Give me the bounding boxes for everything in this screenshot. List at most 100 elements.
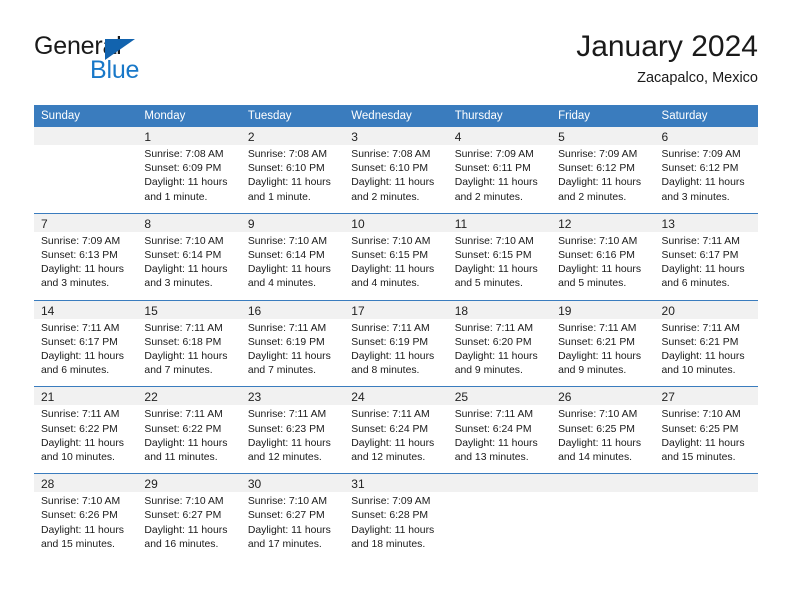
- calendar-day-cell[interactable]: 16 Sunrise: 7:11 AM Sunset: 6:19 PM Dayligh…: [240, 299, 345, 387]
- sunrise-text: Sunrise: 7:09 AM: [351, 496, 431, 508]
- sunset-text: Sunset: 6:13 PM: [41, 250, 118, 262]
- calendar-day-cell[interactable]: 1 Sunrise: 7:08 AM Sunset: 6:09 PM Daylight…: [137, 127, 241, 213]
- daylight-text-line2: and 4 minutes.: [247, 278, 317, 290]
- day-number: 27: [654, 387, 758, 406]
- daylight-text-line2: and 11 minutes.: [144, 452, 218, 464]
- calendar-day-cell[interactable]: 25 Sunrise: 7:11 AM Sunset: 6:24 PM Dayligh…: [447, 386, 552, 474]
- calendar-day-cell[interactable]: 28 Sunrise: 7:10 AM Sunset: 6:26 PM Dayligh…: [34, 473, 138, 561]
- day-number: 4: [447, 127, 552, 145]
- calendar-day-cell-empty: [447, 473, 552, 561]
- sunrise-text: Sunrise: 7:11 AM: [144, 322, 223, 334]
- sunrise-text: Sunrise: 7:11 AM: [454, 409, 534, 421]
- daylight-text-line1: Daylight: 11 hours: [351, 264, 435, 276]
- daylight-text-line1: Daylight: 11 hours: [247, 437, 331, 449]
- calendar-day-cell-empty: [551, 473, 655, 561]
- day-details: Sunrise: 7:11 AM Sunset: 6:17 PM Daylight:…: [655, 232, 758, 300]
- sunrise-text: Sunrise: 7:11 AM: [247, 409, 327, 421]
- daylight-text-line1: Daylight: 11 hours: [661, 437, 745, 449]
- sunset-text: Sunset: 6:22 PM: [144, 423, 222, 435]
- sunset-text: Sunset: 6:19 PM: [351, 336, 429, 348]
- daylight-text-line2: and 13 minutes.: [454, 452, 529, 464]
- daylight-text-line2: and 8 minutes.: [351, 365, 420, 377]
- sunrise-text: Sunrise: 7:10 AM: [247, 235, 327, 247]
- calendar-day-cell[interactable]: 4 Sunrise: 7:09 AM Sunset: 6:11 PM Daylight…: [447, 127, 552, 213]
- calendar-day-cell[interactable]: 23 Sunrise: 7:11 AM Sunset: 6:23 PM Dayligh…: [240, 386, 345, 474]
- calendar-day-cell[interactable]: 3 Sunrise: 7:08 AM Sunset: 6:10 PM Daylight…: [344, 127, 448, 213]
- calendar-day-cell[interactable]: 15 Sunrise: 7:11 AM Sunset: 6:18 PM Dayligh…: [137, 299, 241, 387]
- daylight-text-line1: Daylight: 11 hours: [351, 177, 435, 189]
- day-number: 1: [137, 127, 241, 145]
- sunrise-text: Sunrise: 7:11 AM: [41, 409, 120, 421]
- day-details: Sunrise: 7:11 AM Sunset: 6:17 PM Daylight:…: [34, 319, 137, 387]
- calendar-day-cell-empty: [654, 473, 758, 561]
- calendar-day-cell[interactable]: 17 Sunrise: 7:11 AM Sunset: 6:19 PM Dayligh…: [344, 299, 448, 387]
- calendar-day-cell[interactable]: 24 Sunrise: 7:11 AM Sunset: 6:24 PM Dayligh…: [344, 386, 448, 474]
- sunset-text: Sunset: 6:21 PM: [558, 336, 635, 348]
- daylight-text-line2: and 6 minutes.: [661, 278, 730, 290]
- calendar-day-cell[interactable]: 9 Sunrise: 7:10 AM Sunset: 6:14 PM Daylight…: [240, 212, 345, 301]
- day-number: 30: [240, 474, 345, 493]
- daylight-text-line1: Daylight: 11 hours: [351, 437, 435, 449]
- daylight-text-line1: Daylight: 11 hours: [247, 524, 331, 536]
- calendar-day-cell[interactable]: 8 Sunrise: 7:10 AM Sunset: 6:14 PM Daylight…: [137, 212, 241, 301]
- calendar-day-cell[interactable]: 19 Sunrise: 7:11 AM Sunset: 6:21 PM Dayligh…: [551, 299, 655, 387]
- calendar-day-cell[interactable]: 26 Sunrise: 7:10 AM Sunset: 6:25 PM Dayligh…: [551, 386, 655, 474]
- calendar-day-cell[interactable]: 11 Sunrise: 7:10 AM Sunset: 6:15 PM Dayligh…: [447, 212, 552, 301]
- sunrise-text: Sunrise: 7:10 AM: [144, 496, 224, 508]
- calendar-day-cell[interactable]: 20 Sunrise: 7:11 AM Sunset: 6:21 PM Dayligh…: [654, 299, 758, 387]
- calendar-day-cell[interactable]: 22 Sunrise: 7:11 AM Sunset: 6:22 PM Dayligh…: [137, 386, 241, 474]
- calendar-body: 1 Sunrise: 7:08 AM Sunset: 6:09 PM Daylight…: [34, 127, 758, 561]
- sunset-text: Sunset: 6:25 PM: [558, 423, 635, 435]
- general-blue-logo[interactable]: General Blue: [34, 34, 214, 90]
- calendar-day-cell[interactable]: 5 Sunrise: 7:09 AM Sunset: 6:12 PM Daylight…: [551, 127, 655, 213]
- sunrise-text: Sunrise: 7:08 AM: [247, 149, 327, 160]
- weekday-header-sunday: Sunday: [34, 105, 138, 127]
- day-number: 14: [34, 300, 138, 319]
- calendar-day-cell[interactable]: 6 Sunrise: 7:09 AM Sunset: 6:12 PM Daylight…: [654, 127, 758, 213]
- sunset-text: Sunset: 6:17 PM: [661, 250, 739, 262]
- calendar-day-cell[interactable]: 29 Sunrise: 7:10 AM Sunset: 6:27 PM Dayligh…: [137, 473, 241, 561]
- day-details: Sunrise: 7:09 AM Sunset: 6:12 PM Daylight:…: [655, 145, 758, 213]
- calendar-day-cell[interactable]: 2 Sunrise: 7:08 AM Sunset: 6:10 PM Daylight…: [240, 127, 345, 213]
- day-details: Sunrise: 7:11 AM Sunset: 6:24 PM Daylight:…: [344, 405, 447, 473]
- calendar-day-cell[interactable]: 10 Sunrise: 7:10 AM Sunset: 6:15 PM Dayligh…: [344, 212, 448, 301]
- daylight-text-line2: and 2 minutes.: [454, 191, 523, 203]
- day-details: Sunrise: 7:10 AM Sunset: 6:16 PM Daylight:…: [551, 232, 654, 300]
- calendar-week-row: 21 Sunrise: 7:11 AM Sunset: 6:22 PM Dayligh…: [34, 386, 758, 474]
- sunrise-text: Sunrise: 7:10 AM: [351, 235, 431, 247]
- calendar-day-cell[interactable]: 30 Sunrise: 7:10 AM Sunset: 6:27 PM Dayligh…: [240, 473, 345, 561]
- calendar-day-cell[interactable]: 21 Sunrise: 7:11 AM Sunset: 6:22 PM Dayligh…: [34, 386, 138, 474]
- daylight-text-line2: and 2 minutes.: [558, 191, 627, 203]
- day-details: Sunrise: 7:09 AM Sunset: 6:11 PM Daylight:…: [448, 145, 551, 213]
- sunset-text: Sunset: 6:15 PM: [351, 250, 429, 262]
- day-details: [655, 492, 758, 554]
- daylight-text-line1: Daylight: 11 hours: [41, 351, 124, 363]
- day-number: 25: [447, 387, 552, 406]
- daylight-text-line1: Daylight: 11 hours: [454, 351, 538, 363]
- day-details: Sunrise: 7:11 AM Sunset: 6:22 PM Daylight:…: [34, 405, 137, 473]
- weekday-header-monday: Monday: [137, 105, 241, 127]
- calendar-day-cell[interactable]: 27 Sunrise: 7:10 AM Sunset: 6:25 PM Dayligh…: [654, 386, 758, 474]
- daylight-text-line1: Daylight: 11 hours: [247, 264, 331, 276]
- sunrise-text: Sunrise: 7:11 AM: [661, 235, 740, 247]
- daylight-text-line1: Daylight: 11 hours: [144, 264, 228, 276]
- sunrise-text: Sunrise: 7:10 AM: [661, 409, 741, 421]
- calendar-day-cell[interactable]: 18 Sunrise: 7:11 AM Sunset: 6:20 PM Dayligh…: [447, 299, 552, 387]
- daylight-text-line2: and 3 minutes.: [661, 191, 730, 203]
- calendar-day-cell[interactable]: 12 Sunrise: 7:10 AM Sunset: 6:16 PM Dayligh…: [551, 212, 655, 301]
- sunset-text: Sunset: 6:10 PM: [351, 163, 429, 175]
- calendar-day-cell[interactable]: 31 Sunrise: 7:09 AM Sunset: 6:28 PM Dayligh…: [344, 473, 448, 561]
- daylight-text-line2: and 9 minutes.: [558, 365, 627, 377]
- daylight-text-line2: and 15 minutes.: [661, 452, 736, 464]
- day-number: [34, 127, 138, 145]
- sunset-text: Sunset: 6:14 PM: [247, 250, 325, 262]
- calendar-week-row: 28 Sunrise: 7:10 AM Sunset: 6:26 PM Dayligh…: [34, 473, 758, 561]
- calendar-day-cell[interactable]: 14 Sunrise: 7:11 AM Sunset: 6:17 PM Dayligh…: [34, 299, 138, 387]
- calendar-day-cell[interactable]: 13 Sunrise: 7:11 AM Sunset: 6:17 PM Dayligh…: [654, 212, 758, 301]
- daylight-text-line1: Daylight: 11 hours: [454, 264, 538, 276]
- day-details: Sunrise: 7:11 AM Sunset: 6:22 PM Daylight:…: [137, 405, 240, 473]
- calendar-day-cell[interactable]: 7 Sunrise: 7:09 AM Sunset: 6:13 PM Daylight…: [34, 212, 138, 301]
- day-details: Sunrise: 7:09 AM Sunset: 6:12 PM Daylight:…: [551, 145, 654, 213]
- day-details: Sunrise: 7:10 AM Sunset: 6:15 PM Daylight:…: [344, 232, 447, 300]
- calendar-page: General Blue January 2024 Zacapalco, Mex…: [0, 0, 792, 612]
